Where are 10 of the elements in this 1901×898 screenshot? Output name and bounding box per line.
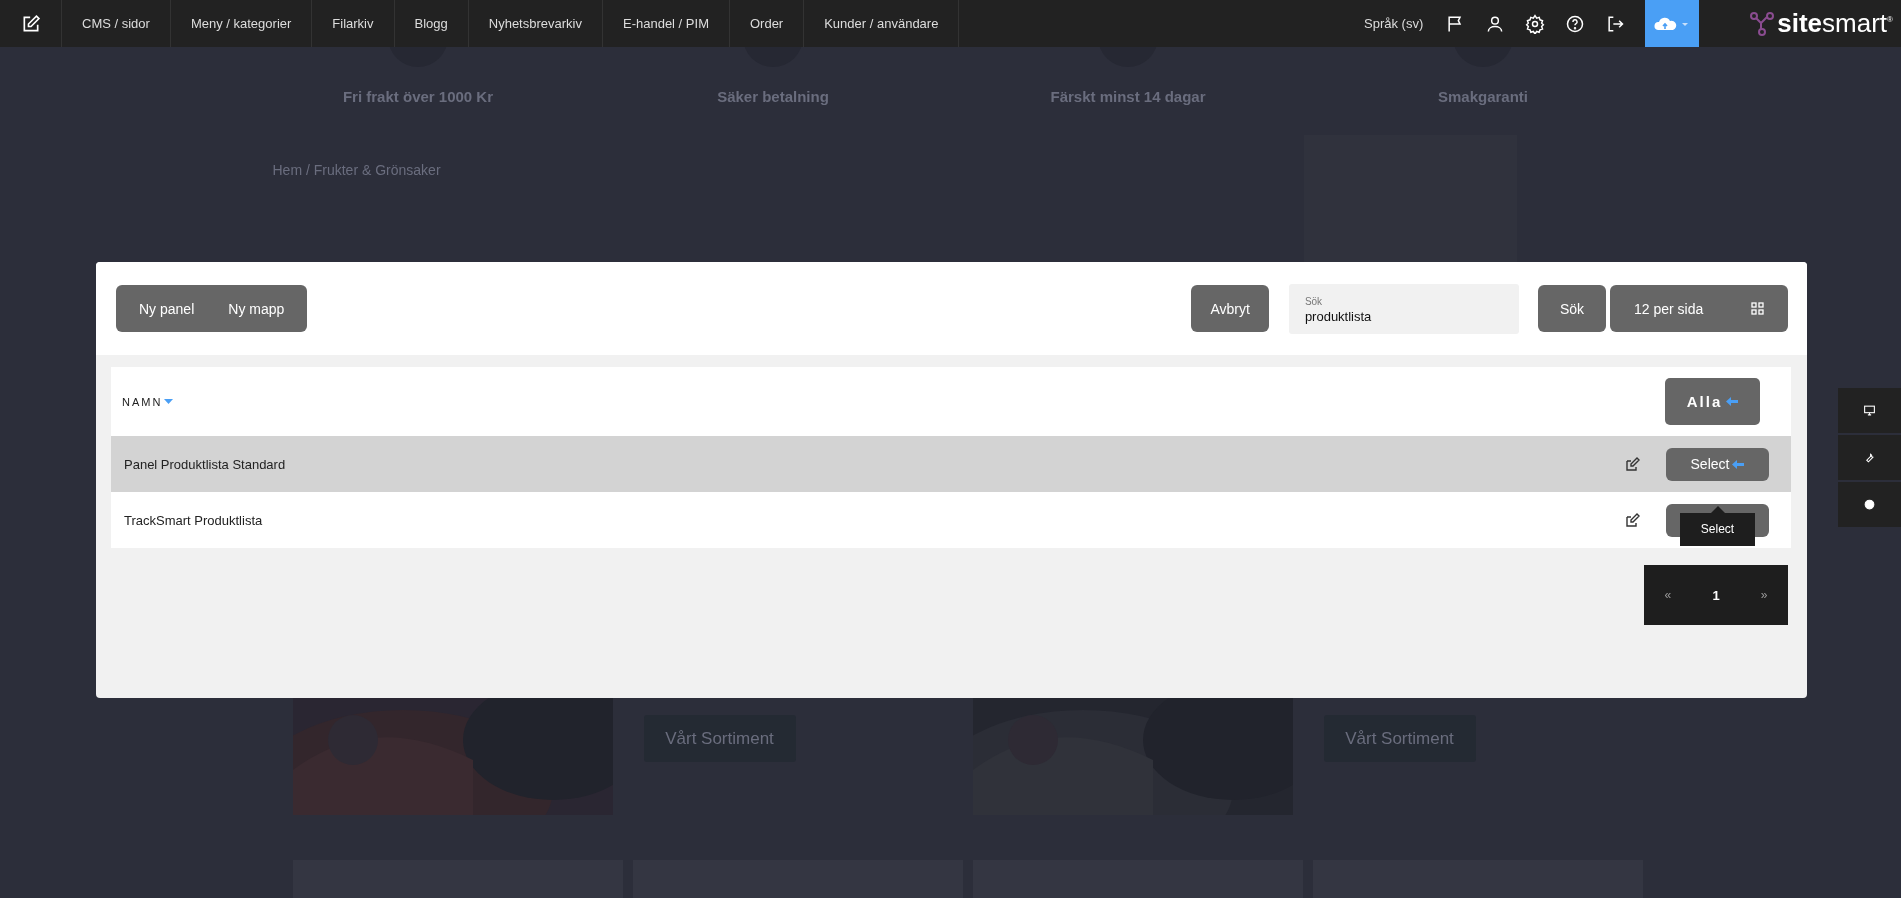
logo-text: sitesmart$^{®}$ [1777,8,1893,39]
field-label: Sök [1304,295,1323,307]
row-name: TrackSmart Produktlista [124,512,263,528]
tooltip: Select [1680,505,1755,546]
feature-text: Fri frakt över 1000 Kr [342,88,494,105]
feature-text: Smakgaranti [1437,88,1528,105]
feature-text: Färskt minst 14 dagar [1050,88,1206,105]
breadcrumb: Hem / Frukter & Grönsaker [272,162,441,178]
feature-text: Säker betalning [717,88,829,105]
row-name: Panel Produktlista Standard [124,456,286,472]
